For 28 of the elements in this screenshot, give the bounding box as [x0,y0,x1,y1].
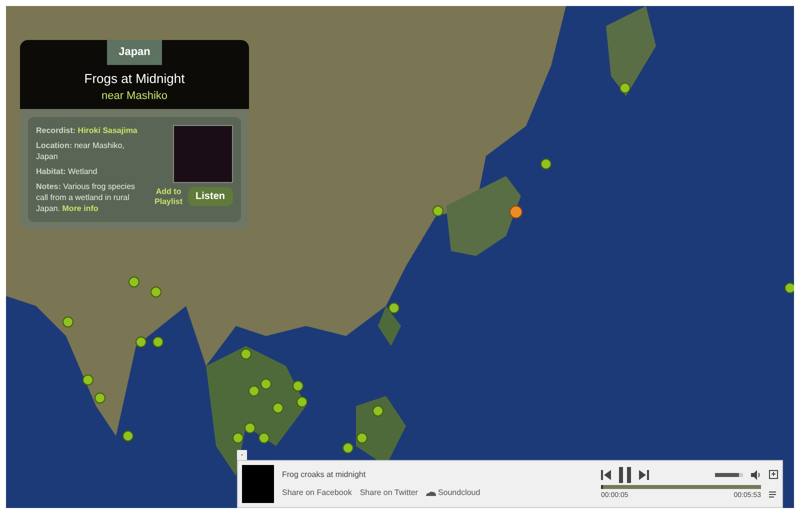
share-link[interactable]: Share on Twitter [360,487,418,499]
recording-title: Frogs at Midnight [84,70,185,88]
cloud-icon [426,490,436,496]
speaker-icon[interactable] [751,470,761,480]
country-tag[interactable]: Japan [106,40,162,64]
recordist-link[interactable]: Hiroki Sasajima [78,126,138,134]
collapse-button[interactable]: - [237,450,247,460]
recording-location: near Mashiko [101,89,168,104]
add-to-playlist-link[interactable]: Add to Playlist [154,186,184,206]
detail-text: Habitat: Wetland [36,166,98,176]
progress-bar[interactable] [601,484,761,489]
pause-icon[interactable] [619,466,631,483]
map-pin-icon[interactable] [784,282,794,294]
playlist-icon[interactable] [769,491,778,498]
detail-text: Recordist: Hiroki Sasajima [36,124,138,136]
photo-placeholder [173,124,233,182]
detail-text: Notes: Various frog species call from a wetland in rural Japan. More info [36,180,136,214]
previous-icon[interactable] [601,470,611,480]
photo-placeholder [242,465,274,503]
popout-icon[interactable] [769,470,778,479]
track-title: Frog croaks at midnight [282,469,367,481]
soundcloud-link[interactable]: Soundcloud [438,487,480,499]
more-info-link[interactable]: More info [62,204,98,212]
listen-button[interactable]: Listen [188,187,233,206]
share-link[interactable]: Share on Facebook [282,487,352,499]
detail-text: Location: near Mashiko, Japan [36,140,126,162]
volume-slider[interactable] [715,472,743,477]
next-icon[interactable] [639,470,649,480]
